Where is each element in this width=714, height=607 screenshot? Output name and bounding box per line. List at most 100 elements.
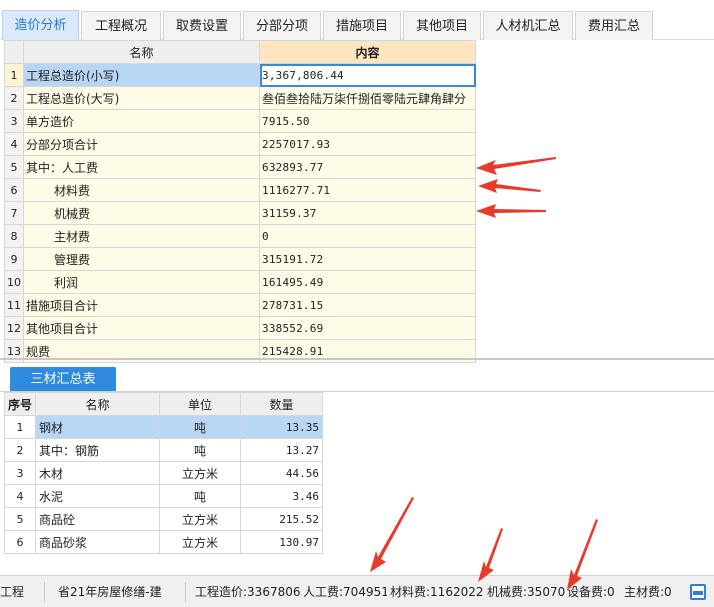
status-divider [185,582,186,602]
table-row[interactable]: 2 其中：钢筋 吨 13.27 [3,438,324,462]
row-name[interactable]: 水泥 [35,484,161,508]
row-name[interactable]: 其他项目合计 [23,316,260,340]
table-row[interactable]: 8 主材费 0 [4,224,476,248]
table-row[interactable]: 3 单方造价 7915.50 [4,109,476,133]
row-number: 2 [3,438,37,462]
table-row[interactable]: 4 分部分项合计 2257017.93 [4,132,476,156]
table-row[interactable]: 12 其他项目合计 338552.69 [4,316,476,340]
row-value[interactable]: 1116277.71 [259,178,476,202]
row-name[interactable]: 工程总造价(小写) [23,63,260,87]
row-number: 12 [4,316,24,340]
row-value[interactable]: 2257017.93 [259,132,476,156]
row-number: 6 [3,530,37,554]
row-value[interactable]: 31159.37 [259,201,476,225]
row-name[interactable]: 其中：钢筋 [35,438,161,462]
row-value[interactable]: 7915.50 [259,109,476,133]
table-row[interactable]: 10 利润 161495.49 [4,270,476,294]
status-project-name[interactable]: 工程 [0,576,30,607]
table-row[interactable]: 2 工程总造价(大写) 叁佰叁拾陆万柒仟捌佰零陆元肆角肆分 [4,86,476,110]
row-name[interactable]: 工程总造价(大写) [23,86,260,110]
column-header-seq[interactable]: 序号 [3,392,37,416]
row-unit[interactable]: 吨 [159,484,242,508]
row-number: 3 [3,461,37,485]
materials-summary-table: 序号 名称 单位 数量 1 钢材 吨 13.35 2 其中：钢筋 吨 13.27… [3,392,324,554]
row-name[interactable]: 商品砼 [35,507,161,531]
row-name[interactable]: 分部分项合计 [23,132,260,156]
row-number: 10 [4,270,24,294]
row-quantity[interactable]: 13.27 [240,438,324,462]
row-unit[interactable]: 立方米 [159,530,242,554]
table-row[interactable]: 7 机械费 31159.37 [4,201,476,225]
column-header-content[interactable]: 内容 [259,40,476,64]
row-number: 2 [4,86,24,110]
table-row[interactable]: 6 材料费 1116277.71 [4,178,476,202]
column-header-name[interactable]: 名称 [23,40,260,64]
top-tab-bar: 造价分析 工程概况 取费设置 分部分项 措施项目 其他项目 人材机汇总 费用汇总 [0,0,714,40]
row-name[interactable]: 单方造价 [23,109,260,133]
panel-icon[interactable] [690,584,706,600]
row-value[interactable]: 0 [259,224,476,248]
row-name[interactable]: 管理费 [23,247,260,271]
row-number: 4 [3,484,37,508]
row-unit[interactable]: 吨 [159,415,242,439]
cost-analysis-table: 名称 内容 1 工程总造价(小写) 3,367,806.44 2 工程总造价(大… [4,40,476,363]
row-unit[interactable]: 立方米 [159,507,242,531]
table-row[interactable]: 5 其中：人工费 632893.77 [4,155,476,179]
row-quantity[interactable]: 3.46 [240,484,324,508]
row-unit[interactable]: 立方米 [159,461,242,485]
table-row[interactable]: 6 商品砂浆 立方米 130.97 [3,530,324,554]
row-name[interactable]: 主材费 [23,224,260,248]
arrow-labor-icon [476,157,556,175]
tab-fee-settings[interactable]: 取费设置 [163,11,241,40]
column-header-quantity[interactable]: 数量 [240,392,324,416]
row-value[interactable]: 161495.49 [259,270,476,294]
status-material-cost: 材料费:1162022 [390,585,484,599]
table-header-row: 序号 名称 单位 数量 [3,392,324,416]
row-value[interactable]: 338552.69 [259,316,476,340]
arrow-status-labor-icon [370,497,414,572]
row-unit[interactable]: 吨 [159,438,242,462]
table-row[interactable]: 5 商品砼 立方米 215.52 [3,507,324,531]
table-row[interactable]: 1 工程总造价(小写) 3,367,806.44 [4,63,476,87]
status-main-material-cost: 主材费:0 [624,585,672,599]
row-name[interactable]: 利润 [23,270,260,294]
table-row[interactable]: 11 措施项目合计 278731.15 [4,293,476,317]
row-quantity[interactable]: 215.52 [240,507,324,531]
tab-measures[interactable]: 措施项目 [323,11,401,40]
table-row[interactable]: 9 管理费 315191.72 [4,247,476,271]
table-row[interactable]: 1 钢材 吨 13.35 [3,415,324,439]
row-quantity[interactable]: 130.97 [240,530,324,554]
tab-cost-analysis[interactable]: 造价分析 [2,10,79,40]
row-value[interactable]: 315191.72 [259,247,476,271]
arrow-material-icon [478,179,541,193]
row-name[interactable]: 钢材 [35,415,161,439]
row-quantity[interactable]: 44.56 [240,461,324,485]
column-header-unit[interactable]: 单位 [159,392,242,416]
row-name[interactable]: 措施项目合计 [23,293,260,317]
row-value[interactable]: 632893.77 [259,155,476,179]
row-number: 11 [4,293,24,317]
row-number: 8 [4,224,24,248]
tab-sub-items[interactable]: 分部分项 [243,11,321,40]
row-value[interactable]: 278731.15 [259,293,476,317]
panel-splitter[interactable] [0,358,714,360]
tab-three-materials-summary[interactable]: 三材汇总表 [10,367,116,392]
row-name[interactable]: 其中：人工费 [23,155,260,179]
row-value[interactable]: 3,367,806.44 [259,63,476,87]
column-header-name[interactable]: 名称 [35,392,161,416]
tab-fee-summary[interactable]: 费用汇总 [575,11,653,40]
row-name[interactable]: 机械费 [23,201,260,225]
table-row[interactable]: 4 水泥 吨 3.46 [3,484,324,508]
tab-labor-material-machine[interactable]: 人材机汇总 [483,11,573,40]
status-machine-cost: 机械费:35070 [487,585,566,599]
row-name[interactable]: 木材 [35,461,161,485]
table-row[interactable]: 3 木材 立方米 44.56 [3,461,324,485]
tab-project-overview[interactable]: 工程概况 [81,11,161,40]
row-value[interactable]: 叁佰叁拾陆万柒仟捌佰零陆元肆角肆分 [259,86,476,110]
row-name[interactable]: 商品砂浆 [35,530,161,554]
status-quota-name[interactable]: 省21年房屋修缮-建 [58,576,162,607]
row-name[interactable]: 材料费 [23,178,260,202]
table-header-row: 名称 内容 [4,40,476,64]
row-quantity[interactable]: 13.35 [240,415,324,439]
tab-other-items[interactable]: 其他项目 [403,11,481,40]
